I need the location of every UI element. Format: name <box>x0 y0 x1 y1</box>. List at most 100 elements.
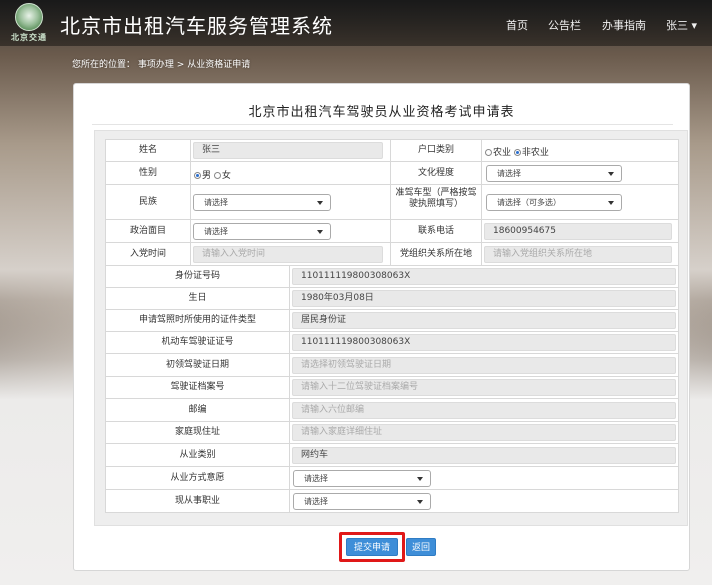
breadcrumb: 您所在的位置： 事项办理 > 从业资格证申请 <box>72 57 250 70</box>
cell-vehicle-label: 准驾车型（严格按驾驶执照填写） <box>390 184 482 220</box>
cell-id-input: 110111119800308063X <box>289 265 679 288</box>
cell-ethnicity-select: 请选择 <box>190 184 391 220</box>
cell-gender-radios: 男 女 <box>190 161 391 185</box>
back-button[interactable]: 返回 <box>406 538 436 556</box>
name-input[interactable]: 张三 <box>193 142 383 159</box>
cell-birth-label: 生日 <box>105 287 290 310</box>
birth-input[interactable]: 1980年03月08日 <box>292 290 676 307</box>
cell-license-no-input: 110111119800308063X <box>289 331 679 354</box>
party-org-label: 党组织关系所在地 <box>399 249 472 259</box>
id-label: 身份证号码 <box>174 271 220 281</box>
cell-cert-type-label: 申请驾照时所使用的证件类型 <box>105 309 290 332</box>
job-label: 现从事职业 <box>174 496 220 506</box>
cell-mode-label: 从业方式意愿 <box>105 466 290 490</box>
cell-first-date-input: 请选择初领驾驶证日期 <box>289 353 679 377</box>
birth-label: 生日 <box>188 293 207 303</box>
cert-type-label: 申请驾照时所使用的证件类型 <box>138 315 256 325</box>
gender-label: 性别 <box>138 168 157 178</box>
cell-mode-select: 请选择 <box>289 466 679 490</box>
submit-button[interactable]: 提交申请 <box>346 538 398 556</box>
breadcrumb-item-affairs[interactable]: 事项办理 <box>138 60 174 70</box>
cell-archive-label: 驾驶证档案号 <box>105 376 290 399</box>
cell-license-no-label: 机动车驾驶证证号 <box>105 331 290 354</box>
cell-first-date-label: 初领驾驶证日期 <box>105 353 290 377</box>
cell-archive-input: 请输入十二位驾驶证档案编号 <box>289 376 679 399</box>
name-label: 姓名 <box>138 145 157 155</box>
hukou-radio-nonagri[interactable] <box>513 149 521 156</box>
cell-zip-input: 请输入六位邮编 <box>289 398 679 422</box>
cell-cert-type-input: 居民身份证 <box>289 309 679 332</box>
license-no-label: 机动车驾驶证证号 <box>161 337 234 347</box>
hukou-option-agri: 农业 <box>493 148 512 158</box>
job-select-value: 请选择 <box>304 497 328 506</box>
form-title: 北京市出租汽车驾驶员从业资格考试申请表 <box>248 105 515 120</box>
breadcrumb-item-current: 从业资格证申请 <box>187 60 251 70</box>
cell-party-org-input: 请输入党组织关系所在地 <box>481 242 679 266</box>
cell-zip-label: 邮编 <box>105 398 290 422</box>
gender-option-male: 男 <box>202 171 212 181</box>
cell-address-input: 请输入家庭详细住址 <box>289 421 679 444</box>
cell-gender-label: 性别 <box>105 161 191 185</box>
cell-ethnicity-label: 民族 <box>105 184 191 220</box>
cell-education-select: 请选择 <box>481 161 679 185</box>
nav-user-menu[interactable]: 张三 ▾ <box>666 17 697 33</box>
job-select[interactable]: 请选择 <box>293 493 431 510</box>
logo-text: 北京交通 <box>11 33 47 42</box>
cell-phone-label: 联系电话 <box>390 219 482 243</box>
cell-education-label: 文化程度 <box>390 161 482 185</box>
nav-notice-board[interactable]: 公告栏 <box>548 17 581 33</box>
gender-radio-male[interactable] <box>194 172 201 179</box>
first-date-input[interactable]: 请选择初领驾驶证日期 <box>292 357 676 374</box>
site-title: 北京市出租汽车服务管理系统 <box>60 14 333 38</box>
address-label: 家庭现住址 <box>174 427 220 437</box>
vehicle-select-value: 请选择（可多选） <box>497 198 561 207</box>
ethnicity-select-value: 请选择 <box>204 198 228 207</box>
party-org-input[interactable]: 请输入党组织关系所在地 <box>484 246 672 263</box>
chevron-down-icon <box>608 201 614 205</box>
cell-address-label: 家庭现住址 <box>105 421 290 444</box>
hukou-label: 户口类别 <box>417 145 454 155</box>
cell-vehicle-select: 请选择（可多选） <box>481 184 679 220</box>
address-input[interactable]: 请输入家庭详细住址 <box>292 424 676 441</box>
beijing-transport-logo[interactable]: 北京交通 <box>6 3 52 43</box>
archive-label: 驾驶证档案号 <box>170 382 225 392</box>
id-input[interactable]: 110111119800308063X <box>292 268 676 285</box>
hukou-radio-group: 农业 非农业 <box>485 145 549 158</box>
politics-select[interactable]: 请选择 <box>193 223 331 240</box>
zip-input[interactable]: 请输入六位邮编 <box>292 402 676 419</box>
gender-radio-group: 男 女 <box>194 168 231 181</box>
phone-input[interactable]: 18600954675 <box>484 223 672 240</box>
gender-option-female: 女 <box>221 171 231 181</box>
application-panel: 北京市出租汽车驾驶员从业资格考试申请表 姓名 张三 户口类别 农业 非农业 性别… <box>73 83 690 571</box>
cell-birth-input: 1980年03月08日 <box>289 287 679 310</box>
first-date-label: 初领驾驶证日期 <box>165 360 229 370</box>
phone-label: 联系电话 <box>417 226 454 236</box>
cell-phone-input: 18600954675 <box>481 219 679 243</box>
category-input[interactable]: 网约车 <box>292 447 676 464</box>
vehicle-select[interactable]: 请选择（可多选） <box>486 194 622 211</box>
ethnicity-select[interactable]: 请选择 <box>193 194 331 211</box>
archive-input[interactable]: 请输入十二位驾驶证档案编号 <box>292 379 676 396</box>
cell-party-org-label: 党组织关系所在地 <box>390 242 482 266</box>
education-label: 文化程度 <box>417 168 454 178</box>
ethnicity-label: 民族 <box>138 197 157 207</box>
cell-name-label: 姓名 <box>105 139 191 162</box>
category-label: 从业类别 <box>179 450 216 460</box>
cell-hukou-radios: 农业 非农业 <box>481 139 679 162</box>
hukou-radio-agri[interactable] <box>485 149 492 156</box>
mode-select[interactable]: 请选择 <box>293 470 431 487</box>
education-select[interactable]: 请选择 <box>486 165 622 182</box>
breadcrumb-separator: > <box>176 60 185 70</box>
gender-radio-female[interactable] <box>213 172 221 179</box>
cert-type-input[interactable]: 居民身份证 <box>292 312 676 329</box>
license-no-input[interactable]: 110111119800308063X <box>292 334 676 351</box>
cell-name-input: 张三 <box>190 139 391 162</box>
mode-select-value: 请选择 <box>304 474 328 483</box>
nav-home[interactable]: 首页 <box>506 17 528 33</box>
cell-hukou-label: 户口类别 <box>390 139 482 162</box>
party-time-input[interactable]: 请输入入党时间 <box>193 246 383 263</box>
cell-id-label: 身份证号码 <box>105 265 290 288</box>
nav-guide[interactable]: 办事指南 <box>602 17 646 33</box>
cell-politics-label: 政治面目 <box>105 219 191 243</box>
breadcrumb-prefix: 您所在的位置： <box>72 60 136 70</box>
